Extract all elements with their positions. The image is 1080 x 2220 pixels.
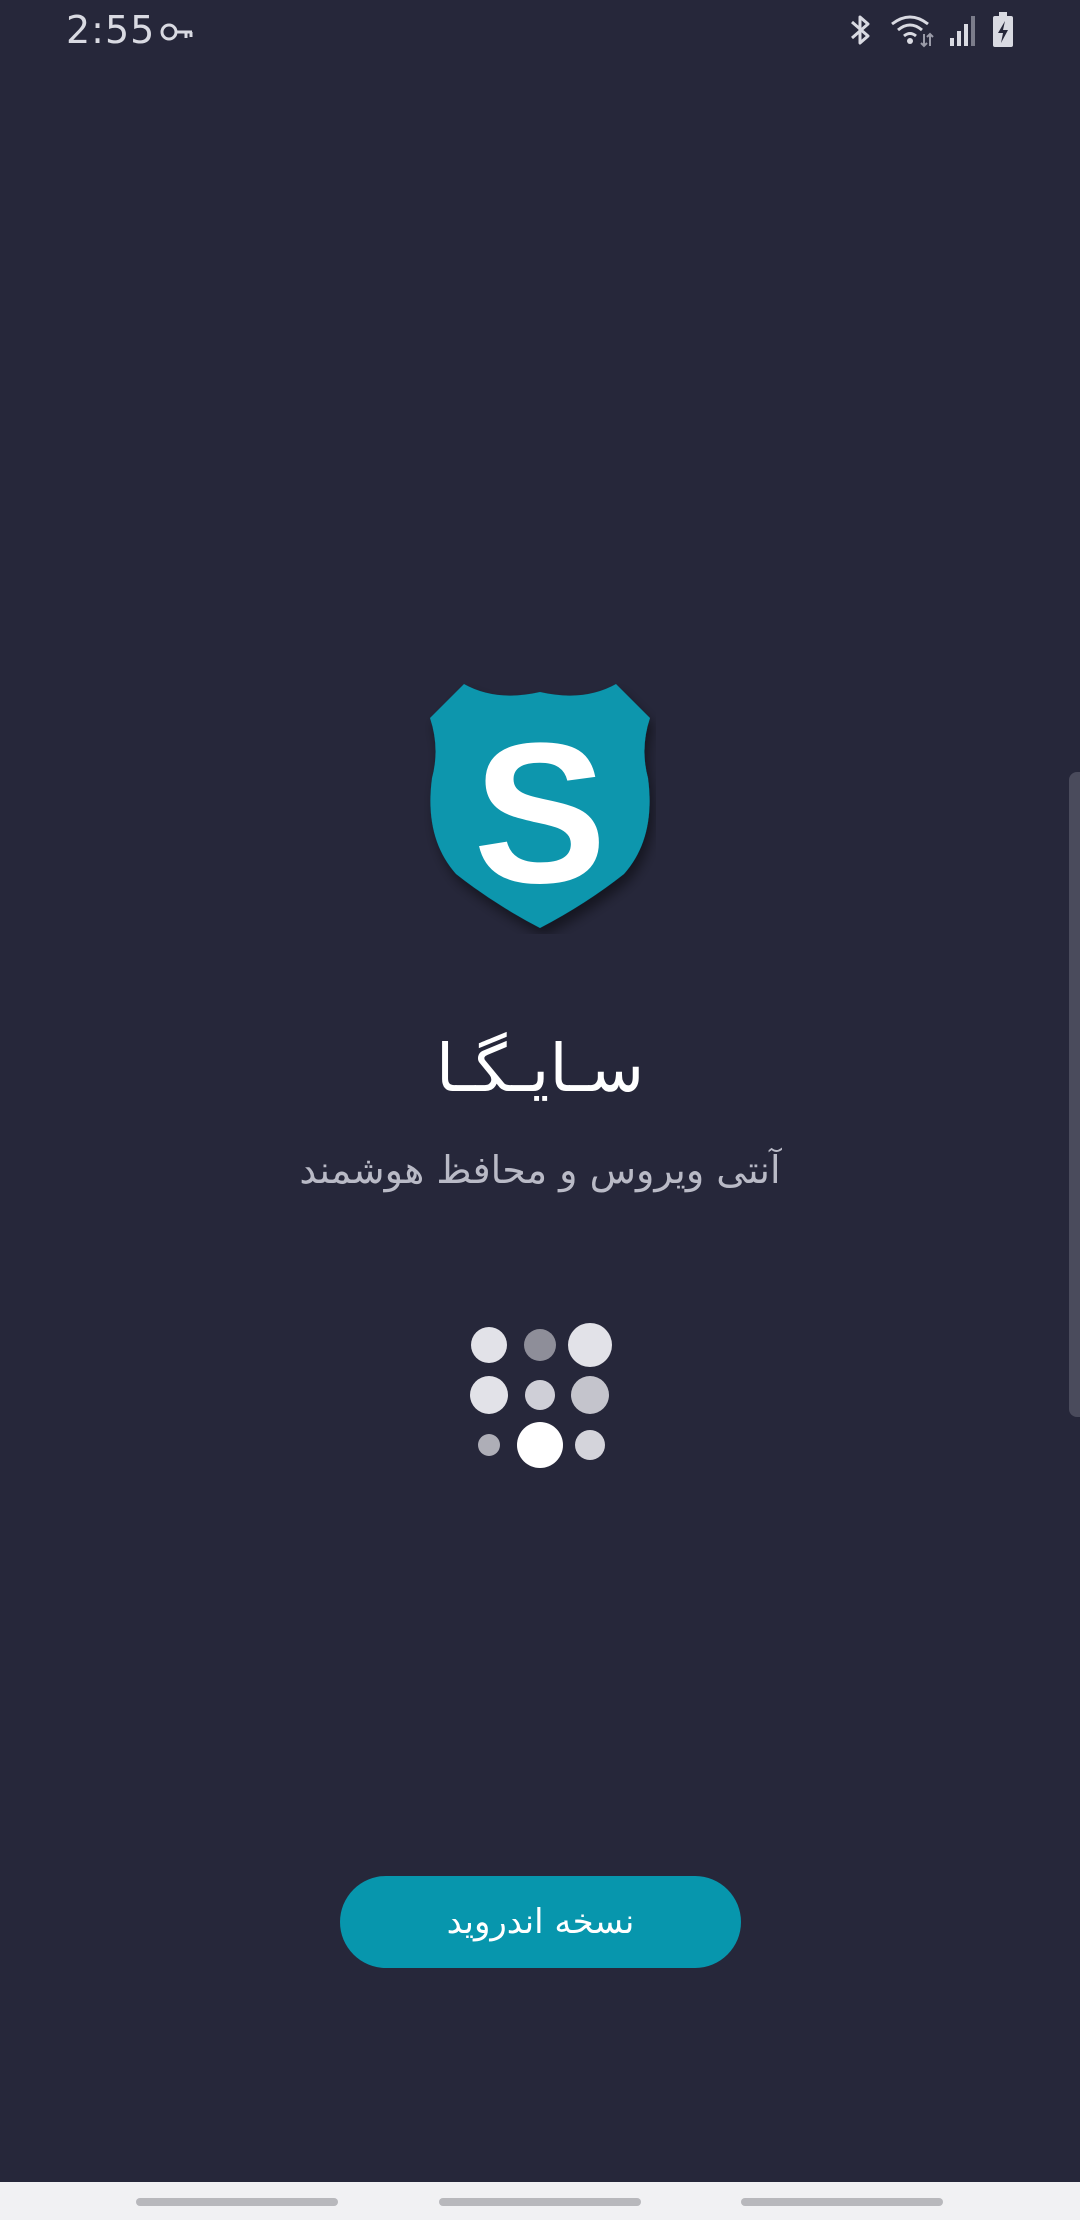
loading-dot	[470, 1376, 508, 1414]
signal-icon	[948, 14, 978, 46]
loading-dot	[478, 1434, 500, 1456]
loading-indicator	[468, 1318, 612, 1468]
navigation-bar	[0, 2182, 1080, 2220]
loading-dot	[524, 1329, 556, 1361]
android-version-button[interactable]: نسخه اندروید	[340, 1876, 741, 1968]
vpn-key-icon	[160, 18, 196, 46]
app-logo-shield-icon: S	[424, 678, 656, 934]
app-subtitle: آنتی ویروس و محافظ هوشمند	[299, 1148, 781, 1192]
wifi-icon	[890, 12, 934, 48]
bluetooth-icon	[846, 12, 876, 48]
logo-letter: S	[473, 702, 606, 925]
nav-home-button[interactable]	[439, 2198, 641, 2206]
nav-back-button[interactable]	[741, 2198, 943, 2206]
loading-dot	[471, 1327, 507, 1363]
loading-dot	[517, 1422, 563, 1468]
status-bar: 2:55	[0, 0, 1080, 66]
status-time: 2:55	[66, 8, 156, 52]
status-icons	[846, 12, 1014, 48]
battery-charging-icon	[992, 12, 1014, 48]
loading-dot	[575, 1430, 605, 1460]
loading-dot	[568, 1323, 612, 1367]
nav-recents-button[interactable]	[136, 2198, 338, 2206]
loading-dot	[525, 1380, 555, 1410]
loading-dot	[571, 1376, 609, 1414]
app-title: سـایـگـا	[435, 1030, 645, 1107]
